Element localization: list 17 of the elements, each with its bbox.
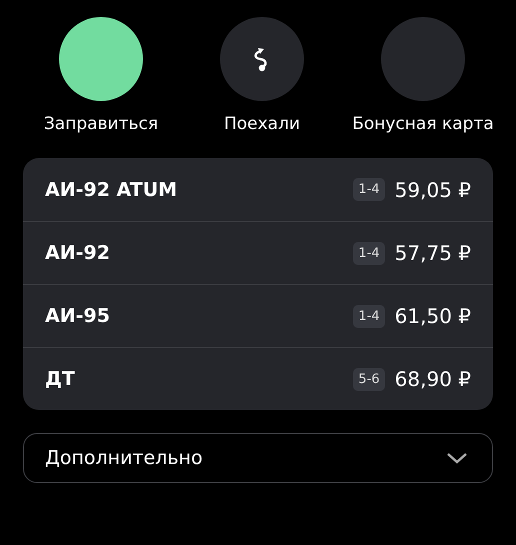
fuel-name: ДТ: [45, 368, 76, 390]
pump-range: 5-6: [353, 368, 385, 390]
fuel-price: 61,50 ₽: [394, 304, 471, 328]
fuel-price: 57,75 ₽: [394, 241, 471, 265]
more-dropdown[interactable]: Дополнительно: [23, 433, 493, 483]
action-label: Бонусная карта: [352, 114, 494, 134]
fuel-name: АИ-92: [45, 242, 111, 264]
fuel-price: 68,90 ₽: [394, 367, 471, 391]
action-label: Заправиться: [44, 114, 158, 134]
pump-range: 1-4: [353, 178, 385, 201]
chevron-icon: [446, 452, 468, 464]
pump-range: 1-4: [353, 304, 385, 328]
fuel-price: 59,05 ₽: [394, 178, 471, 202]
fuel-name: АИ-92 ATUM: [45, 178, 178, 200]
pump-range: 1-4: [353, 242, 385, 264]
action-label: Поехали: [224, 114, 300, 134]
fuel-name: АИ-95: [45, 305, 111, 327]
